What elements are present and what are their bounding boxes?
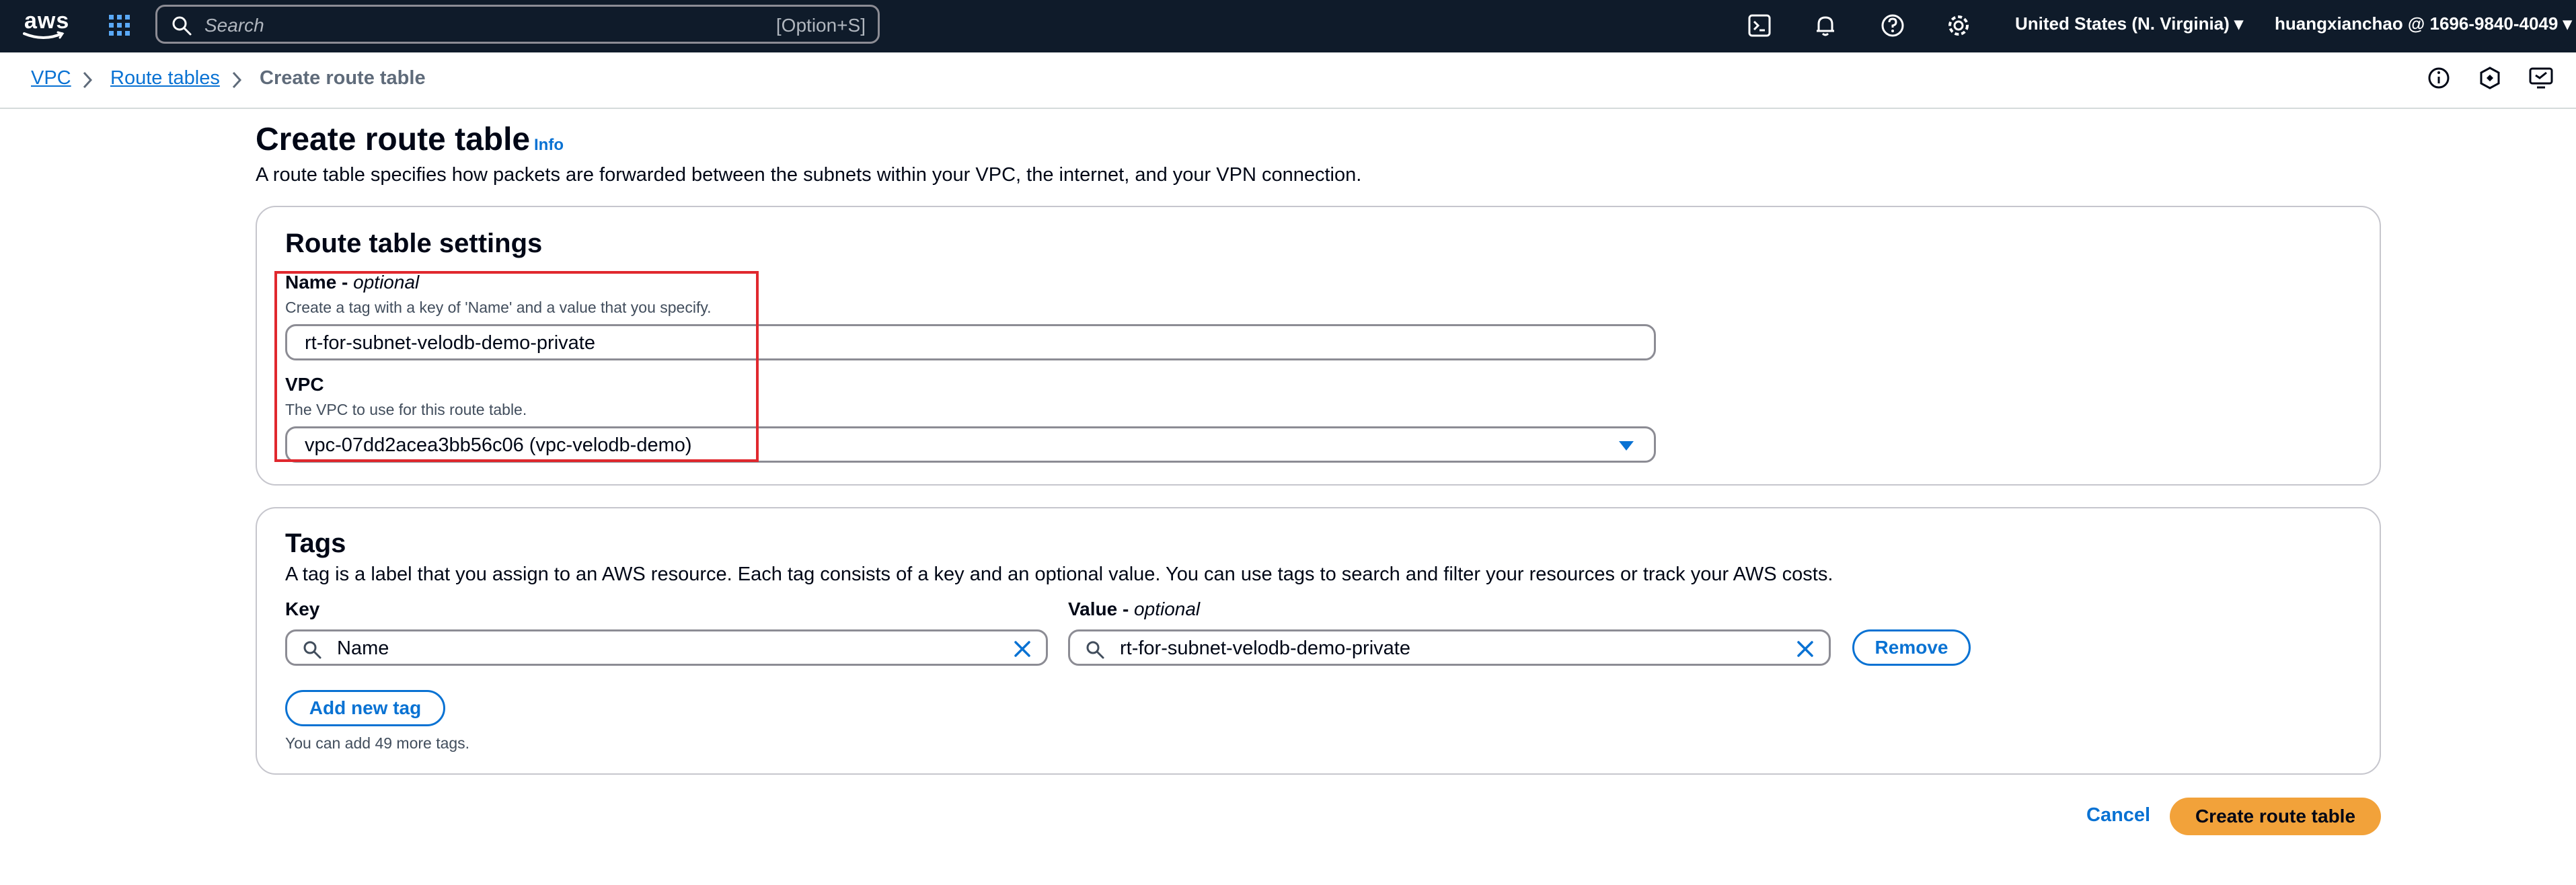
- search-placeholder: Search: [204, 15, 264, 36]
- breadcrumb-vpc[interactable]: VPC: [31, 67, 71, 89]
- name-field-value: rt-for-subnet-velodb-demo-private: [305, 332, 595, 354]
- name-optional: optional: [353, 272, 420, 293]
- vpc-label: VPC: [285, 374, 324, 395]
- info-circle-icon[interactable]: [2425, 65, 2452, 91]
- caret-down-icon: [1619, 441, 1634, 451]
- feedback-icon[interactable]: [2528, 65, 2554, 91]
- tags-title: Tags: [285, 529, 346, 558]
- page-title: Create route table: [256, 122, 531, 157]
- chevron-right-icon: [83, 71, 93, 89]
- vpc-hint: The VPC to use for this route table.: [285, 401, 527, 418]
- tag-key-input[interactable]: Name: [285, 629, 1048, 666]
- account-caret-icon: ▾: [2563, 13, 2572, 34]
- name-label: Name - optional: [285, 272, 419, 293]
- info-link[interactable]: Info: [534, 136, 564, 155]
- breadcrumb-current: Create route table: [260, 67, 426, 89]
- search-icon: [172, 16, 192, 36]
- add-new-tag-button[interactable]: Add new tag: [285, 690, 445, 726]
- tags-description: A tag is a label that you assign to an A…: [285, 564, 1833, 585]
- tag-value-value: rt-for-subnet-velodb-demo-private: [1120, 638, 1410, 659]
- clear-icon[interactable]: [1795, 639, 1815, 659]
- settings-title: Route table settings: [285, 229, 543, 258]
- region-label: United States (N. Virginia): [2015, 13, 2230, 34]
- create-route-table-button[interactable]: Create route table: [2170, 798, 2381, 835]
- route-table-settings-panel: Route table settings Name - optional Cre…: [256, 206, 2381, 486]
- tags-panel: Tags A tag is a label that you assign to…: [256, 507, 2381, 775]
- search-shortcut: [Option+S]: [775, 15, 866, 36]
- breadcrumb: VPC Route tables Create route table: [0, 52, 2576, 109]
- tag-value-label: Value - optional: [1068, 599, 1200, 620]
- aws-logo[interactable]: aws: [20, 5, 69, 46]
- breadcrumb-route-tables[interactable]: Route tables: [110, 67, 220, 89]
- aws-smile-icon: [23, 31, 65, 39]
- search-input[interactable]: Search [Option+S]: [155, 5, 880, 44]
- vpc-select-value: vpc-07dd2acea3bb56c06 (vpc-velodb-demo): [305, 434, 692, 456]
- clear-icon[interactable]: [1012, 639, 1032, 659]
- tags-remaining-note: You can add 49 more tags.: [285, 734, 470, 752]
- remove-tag-button[interactable]: Remove: [1852, 629, 1971, 666]
- region-caret-icon: ▾: [2234, 13, 2244, 34]
- account-menu[interactable]: huangxianchao @ 1696-9840-4049 ▾: [2275, 13, 2572, 34]
- gear-icon[interactable]: [1945, 12, 1972, 39]
- search-icon: [303, 641, 321, 659]
- page-description: A route table specifies how packets are …: [256, 164, 1362, 186]
- grid-icon[interactable]: [108, 13, 132, 38]
- top-navigation: aws Search [Option+S] United States (N. …: [0, 0, 2576, 52]
- chevron-right-icon: [232, 71, 242, 89]
- tag-value-label-text: Value -: [1068, 599, 1135, 619]
- help-icon[interactable]: [1879, 12, 1906, 39]
- hexagon-icon[interactable]: [2476, 65, 2503, 91]
- search-icon: [1086, 641, 1104, 659]
- account-label: huangxianchao @ 1696-9840-4049: [2275, 13, 2559, 34]
- cancel-button[interactable]: Cancel: [2086, 804, 2150, 826]
- name-label-text: Name -: [285, 272, 354, 293]
- tag-value-optional: optional: [1134, 599, 1201, 619]
- vpc-select[interactable]: vpc-07dd2acea3bb56c06 (vpc-velodb-demo): [285, 426, 1656, 463]
- tag-value-input[interactable]: rt-for-subnet-velodb-demo-private: [1068, 629, 1831, 666]
- cloudshell-icon[interactable]: [1746, 12, 1773, 39]
- tag-key-value: Name: [337, 638, 389, 659]
- region-selector[interactable]: United States (N. Virginia) ▾: [2015, 13, 2243, 34]
- name-hint: Create a tag with a key of 'Name' and a …: [285, 299, 712, 316]
- bell-icon[interactable]: [1812, 12, 1839, 39]
- tag-key-label: Key: [285, 599, 320, 619]
- name-field[interactable]: rt-for-subnet-velodb-demo-private: [285, 324, 1656, 360]
